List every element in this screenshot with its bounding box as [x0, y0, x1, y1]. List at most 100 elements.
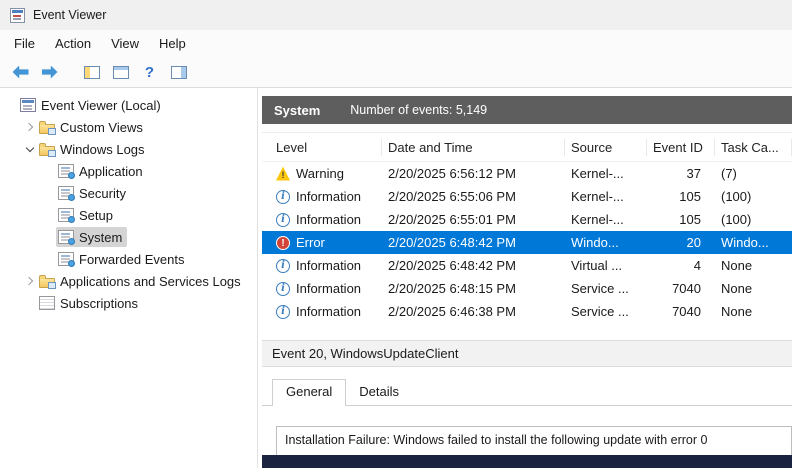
source-cell: Kernel-... — [571, 212, 624, 227]
level-label: Information — [296, 189, 362, 204]
task-category-cell: (100) — [721, 212, 752, 227]
expander-icon[interactable] — [42, 248, 56, 270]
chevron-expanded-icon[interactable] — [23, 138, 37, 160]
preview-pane: Event 20, WindowsUpdateClient General De… — [262, 340, 792, 456]
tree-item[interactable]: Application — [0, 160, 257, 182]
information-icon — [276, 258, 290, 273]
chevron-collapsed-icon[interactable] — [23, 270, 37, 292]
event-row[interactable]: Error 2/20/2025 6:48:42 PM Windo... 20 W… — [262, 231, 792, 254]
event-row[interactable]: Information 2/20/2025 6:46:38 PM Service… — [262, 300, 792, 323]
level-cell: Information — [270, 258, 382, 273]
tree-item[interactable]: Applications and Services Logs — [0, 270, 257, 292]
task-category-cell: (7) — [721, 166, 737, 181]
main-area: Event Viewer (Local) Custom Views Window… — [0, 88, 792, 468]
tree-item-label: Applications and Services Logs — [60, 273, 241, 289]
tree-item-label: Forwarded Events — [79, 251, 185, 267]
expander-icon[interactable] — [42, 204, 56, 226]
level-cell: Information — [270, 189, 382, 204]
event-row[interactable]: Information 2/20/2025 6:48:42 PM Virtual… — [262, 254, 792, 277]
datetime-cell: 2/20/2025 6:46:38 PM — [388, 304, 516, 319]
taskbar-strip — [262, 455, 792, 468]
event-log-icon — [58, 164, 75, 179]
menu-item[interactable]: View — [101, 32, 149, 55]
source-cell: Kernel-... — [571, 166, 624, 181]
event-id-cell: 4 — [693, 258, 701, 273]
tree-item[interactable]: Subscriptions — [0, 292, 257, 314]
event-row[interactable]: Information 2/20/2025 6:55:01 PM Kernel-… — [262, 208, 792, 231]
titlebar: Event Viewer — [0, 0, 792, 30]
event-row[interactable]: Warning 2/20/2025 6:56:12 PM Kernel-... … — [262, 162, 792, 185]
tree-item[interactable]: Forwarded Events — [0, 248, 257, 270]
tree-item[interactable]: Windows Logs — [0, 138, 257, 160]
event-summary-bar: Event 20, WindowsUpdateClient — [262, 340, 792, 367]
task-category-cell: (100) — [721, 189, 752, 204]
tree-item[interactable]: Custom Views — [0, 116, 257, 138]
help-icon — [145, 65, 154, 80]
tab[interactable]: General — [272, 379, 347, 406]
level-cell: Information — [270, 304, 382, 319]
tree-item-label: System — [79, 229, 123, 245]
window-panel-icon — [112, 65, 129, 79]
source-cell: Kernel-... — [571, 189, 624, 204]
toolbar-button[interactable] — [7, 60, 34, 85]
toolbar-button[interactable] — [78, 60, 105, 85]
information-icon — [276, 212, 290, 227]
expander-icon[interactable] — [4, 94, 18, 116]
tree-item[interactable]: System — [0, 226, 257, 248]
tree-item-label: Windows Logs — [60, 141, 145, 157]
level-label: Information — [296, 258, 362, 273]
task-category-cell: None — [721, 304, 753, 319]
console-tree: Event Viewer (Local) Custom Views Window… — [0, 88, 258, 468]
folder-icon — [39, 143, 56, 157]
toolbar-button[interactable] — [107, 60, 134, 85]
column-header[interactable]: Date and Time — [382, 138, 565, 156]
source-cell: Service ... — [571, 304, 629, 319]
level-cell: Warning — [270, 166, 382, 181]
source-cell: Service ... — [571, 281, 629, 296]
level-label: Information — [296, 281, 362, 296]
menu-item[interactable]: Action — [45, 32, 101, 55]
toolbar-button[interactable] — [36, 60, 63, 85]
back-arrow-icon — [12, 65, 29, 79]
event-description-box: Installation Failure: Windows failed to … — [276, 426, 792, 456]
toolbar-button[interactable] — [165, 60, 192, 85]
level-cell: Information — [270, 212, 382, 227]
menu-item[interactable]: File — [4, 32, 45, 55]
event-row[interactable]: Information 2/20/2025 6:55:06 PM Kernel-… — [262, 185, 792, 208]
menubar: File Action View Help — [0, 30, 792, 57]
task-category-cell: Windo... — [721, 235, 769, 250]
detail-tabs: General Details — [262, 379, 792, 406]
tab[interactable]: Details — [346, 380, 412, 405]
event-log-icon — [58, 186, 75, 201]
event-viewer-window: Event Viewer File Action View Help ? Eve… — [0, 0, 792, 468]
event-viewer-app-icon — [10, 7, 25, 23]
event-row[interactable]: Information 2/20/2025 6:48:15 PM Service… — [262, 277, 792, 300]
tree-item[interactable]: Setup — [0, 204, 257, 226]
column-header[interactable]: Level — [270, 138, 382, 156]
expander-icon[interactable] — [42, 226, 56, 248]
tree-item[interactable]: Event Viewer (Local) — [0, 94, 257, 116]
column-header[interactable]: Task Ca... — [715, 138, 792, 156]
tree-item[interactable]: Security — [0, 182, 257, 204]
expander-icon[interactable] — [23, 292, 37, 314]
toolbar-button[interactable] — [136, 60, 163, 85]
window-title: Event Viewer — [33, 8, 107, 22]
expander-icon[interactable] — [42, 160, 56, 182]
information-icon — [276, 189, 290, 204]
level-cell: Error — [270, 235, 382, 250]
column-header[interactable]: Event ID — [647, 138, 715, 156]
console-tree-icon — [83, 65, 100, 79]
folder-icon — [39, 121, 56, 135]
task-category-cell: None — [721, 281, 753, 296]
expander-icon[interactable] — [42, 182, 56, 204]
menu-item[interactable]: Help — [149, 32, 196, 55]
tree-item-label: Custom Views — [60, 119, 143, 135]
folder-icon — [39, 275, 56, 289]
chevron-collapsed-icon[interactable] — [23, 116, 37, 138]
results-pane: System Number of events: 5,149 Level Dat… — [262, 88, 792, 468]
error-icon — [276, 235, 290, 250]
tree-item-content: Windows Logs — [37, 139, 150, 159]
datetime-cell: 2/20/2025 6:48:42 PM — [388, 258, 516, 273]
datetime-cell: 2/20/2025 6:48:42 PM — [388, 235, 516, 250]
column-header[interactable]: Source — [565, 138, 647, 156]
